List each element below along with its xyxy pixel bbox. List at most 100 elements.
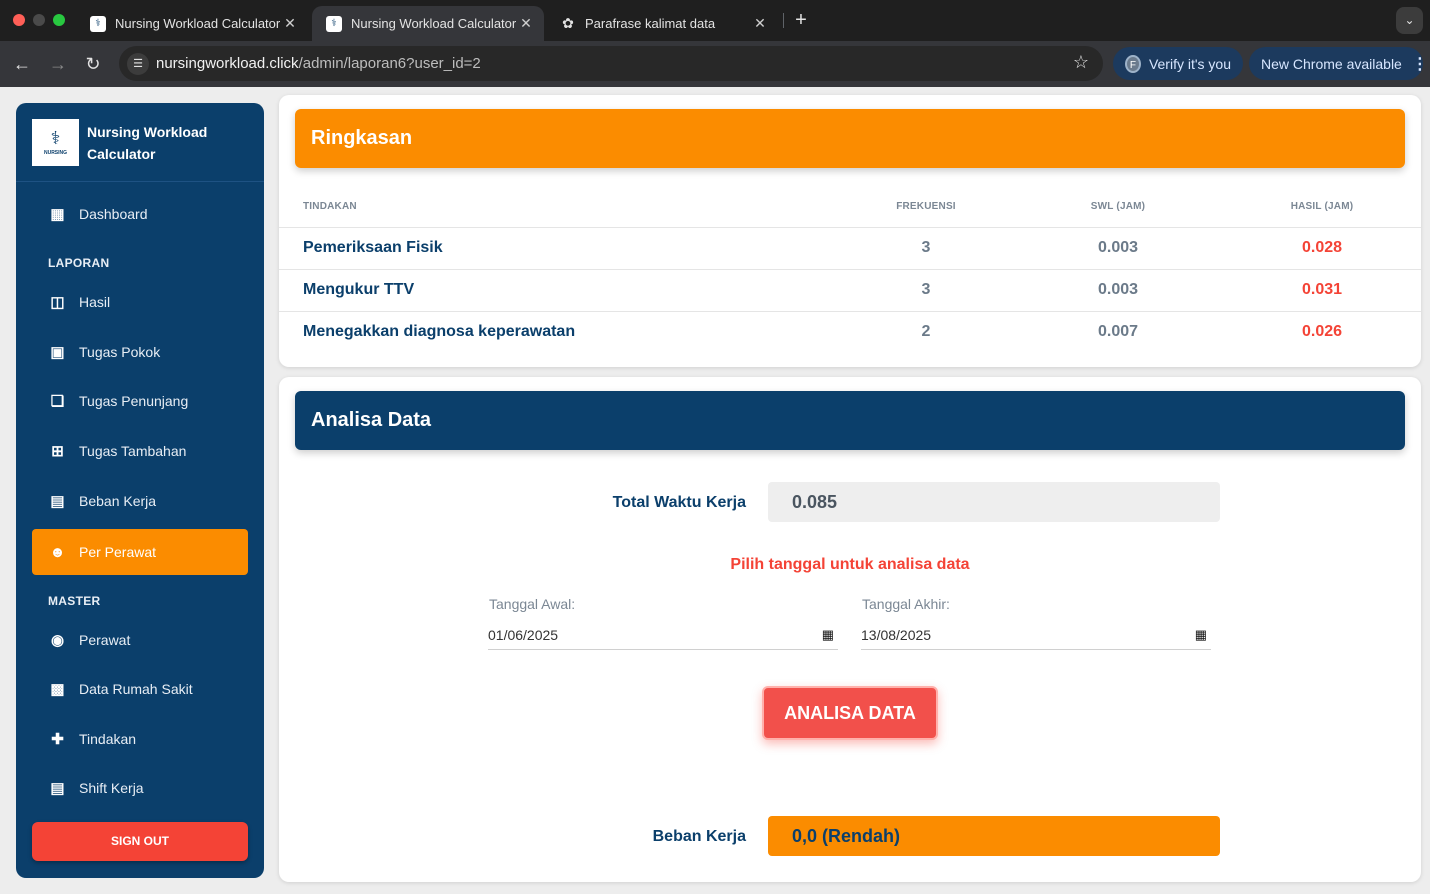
- address-bar[interactable]: ☰ nursingworkload.click/admin/laporan6?u…: [119, 46, 1103, 81]
- tab-title: Nursing Workload Calculator: [351, 16, 517, 31]
- medical-kit-icon: ✚: [51, 730, 64, 748]
- cell-hasil: 0.031: [1223, 269, 1421, 312]
- start-date-label: Tanggal Awal:: [489, 596, 576, 612]
- browser-tab-bar: ⚕ Nursing Workload Calculator ✕ ⚕ Nursin…: [0, 0, 1430, 41]
- update-label: New Chrome available: [1261, 55, 1402, 72]
- window-close-button[interactable]: [13, 14, 25, 26]
- column-header-swl: SWL (JAM): [1013, 187, 1223, 228]
- ringkasan-header: Ringkasan: [295, 109, 1405, 168]
- tab-separator: [783, 13, 784, 28]
- dashboard-icon: ▦: [50, 205, 65, 223]
- sign-out-button[interactable]: SIGN OUT: [32, 822, 248, 861]
- cell-tindakan: Menegakkan diagnosa keperawatan: [303, 323, 576, 341]
- total-waktu-value: 0.085: [768, 482, 1220, 522]
- table-row: Menegakkan diagnosa keperawatan 2 0.007 …: [279, 311, 1421, 353]
- cell-tindakan: Mengukur TTV: [279, 269, 839, 312]
- browser-tab-active[interactable]: ⚕ Nursing Workload Calculator ✕: [312, 6, 544, 41]
- sidebar-brand[interactable]: ⚕ NURSING Nursing Workload Calculator: [16, 103, 264, 182]
- sidebar-item-tugas-pokok[interactable]: ▣ Tugas Pokok: [32, 329, 248, 375]
- logo-text: NURSING: [43, 150, 68, 156]
- more-menu-icon[interactable]: ⋮: [1412, 54, 1428, 74]
- start-date-value: 01/06/2025: [488, 627, 559, 643]
- total-waktu-label: Total Waktu Kerja: [612, 494, 746, 511]
- cell-frekuensi: 2: [921, 323, 931, 341]
- end-date-label: Tanggal Akhir:: [862, 596, 950, 612]
- cell-hasil: 0.026: [1301, 323, 1343, 341]
- close-icon[interactable]: ✕: [752, 15, 768, 32]
- window-maximize-button[interactable]: [53, 14, 65, 26]
- url-text[interactable]: nursingworkload.click/admin/laporan6?use…: [156, 55, 481, 72]
- ringkasan-card: Ringkasan TINDAKAN FREKUENSI SWL (JAM) H…: [279, 95, 1421, 367]
- chrome-update-button[interactable]: New Chrome available ⋮: [1249, 47, 1428, 80]
- stethoscope-icon: ⚕: [50, 128, 61, 148]
- site-settings-icon[interactable]: ☰: [127, 53, 149, 75]
- browser-tab[interactable]: ✿ Parafrase kalimat data ✕: [546, 6, 778, 41]
- column-header-hasil: HASIL (JAM): [1223, 187, 1421, 228]
- sidebar-item-tugas-penunjang[interactable]: ❏ Tugas Penunjang: [32, 378, 248, 424]
- summary-table: TINDAKAN FREKUENSI SWL (JAM) HASIL (JAM)…: [279, 187, 1421, 353]
- beban-kerja-value: 0,0 (Rendah): [768, 816, 1220, 856]
- calculator-icon: ◫: [50, 293, 65, 311]
- mask-icon: ◉: [50, 631, 65, 649]
- date-hint: Pilih tanggal untuk analisa data: [730, 556, 970, 573]
- sidebar-item-shift-kerja[interactable]: ▤ Shift Kerja: [32, 765, 248, 811]
- cell-frekuensi: 3: [839, 227, 1013, 270]
- browser-tab[interactable]: ⚕ Nursing Workload Calculator ✕: [76, 6, 308, 41]
- new-tab-button[interactable]: +: [791, 9, 811, 31]
- app-logo: ⚕ NURSING: [32, 119, 79, 166]
- browser-toolbar: ← → ↻ ☰ nursingworkload.click/admin/lapo…: [0, 41, 1430, 87]
- cell-frekuensi: 3: [839, 269, 1013, 312]
- tab-title: Nursing Workload Calculator: [115, 16, 281, 31]
- end-date-value: 13/08/2025: [861, 627, 932, 643]
- nurse-logo-icon: ⚕: [326, 15, 342, 32]
- analisa-data-button[interactable]: ANALISA DATA: [762, 686, 938, 740]
- briefcase-icon: ▣: [50, 343, 65, 361]
- tab-title: Parafrase kalimat data: [585, 16, 716, 31]
- building-icon: ▩: [50, 680, 65, 698]
- cell-swl: 0.003: [1013, 269, 1223, 312]
- cell-swl: 0.003: [1013, 227, 1223, 270]
- clipboard-icon: ▤: [50, 779, 65, 797]
- table-row: Pemeriksaan Fisik 3 0.003 0.028: [279, 227, 1421, 270]
- window-minimize-button[interactable]: [33, 14, 45, 26]
- sidebar-item-beban-kerja[interactable]: ▤ Beban Kerja: [32, 478, 248, 524]
- back-icon[interactable]: ←: [10, 52, 34, 76]
- section-laporan: LAPORAN: [48, 256, 110, 270]
- end-date-input[interactable]: 13/08/2025 ▦: [861, 620, 1211, 650]
- table-header-row: TINDAKAN FREKUENSI SWL (JAM) HASIL (JAM): [279, 187, 1421, 228]
- person-badge-icon: ☻: [49, 543, 66, 561]
- chatgpt-icon: ✿: [562, 15, 574, 31]
- table-row: Mengukur TTV 3 0.003 0.031: [279, 269, 1421, 312]
- analisa-header: Analisa Data: [295, 391, 1405, 450]
- calendar-icon[interactable]: ▦: [1195, 620, 1207, 650]
- close-icon[interactable]: ✕: [518, 15, 534, 32]
- cell-hasil: 0.028: [1223, 227, 1421, 270]
- sidebar-item-tindakan[interactable]: ✚ Tindakan: [32, 716, 248, 762]
- reload-icon[interactable]: ↻: [81, 52, 105, 76]
- profile-avatar: F: [1125, 54, 1141, 73]
- cell-swl: 0.007: [1097, 323, 1139, 341]
- sidebar-item-hasil[interactable]: ◫ Hasil: [32, 279, 248, 325]
- tab-search-button[interactable]: ⌄: [1396, 7, 1423, 34]
- beban-kerja-label: Beban Kerja: [652, 828, 746, 845]
- verify-profile-button[interactable]: F Verify it's you: [1113, 47, 1243, 80]
- sidebar-item-dashboard[interactable]: ▦ Dashboard: [32, 191, 248, 237]
- briefcases-icon: ❏: [50, 392, 65, 410]
- sidebar-item-tugas-tambahan[interactable]: ⊞ Tugas Tambahan: [32, 428, 248, 474]
- calendar-icon[interactable]: ▦: [822, 620, 834, 650]
- sidebar-item-per-perawat[interactable]: ☻ Per Perawat: [32, 529, 248, 575]
- nurse-logo-icon: ⚕: [90, 15, 106, 32]
- close-icon[interactable]: ✕: [282, 15, 298, 32]
- bookmark-star-icon[interactable]: ☆: [1073, 52, 1089, 73]
- section-master: MASTER: [48, 594, 101, 608]
- clipboard-icon: ▤: [50, 492, 65, 510]
- forward-icon[interactable]: →: [46, 52, 70, 76]
- analisa-card: Analisa Data Total Waktu Kerja 0.085 Pil…: [279, 377, 1421, 882]
- verify-label: Verify it's you: [1148, 55, 1231, 72]
- column-header-frekuensi: FREKUENSI: [839, 187, 1013, 228]
- start-date-input[interactable]: 01/06/2025 ▦: [488, 620, 838, 650]
- sidebar: ⚕ NURSING Nursing Workload Calculator ▦ …: [16, 103, 264, 878]
- sidebar-item-perawat[interactable]: ◉ Perawat: [32, 617, 248, 663]
- sidebar-item-data-rumah-sakit[interactable]: ▩ Data Rumah Sakit: [32, 666, 248, 712]
- add-box-icon: ⊞: [51, 442, 64, 460]
